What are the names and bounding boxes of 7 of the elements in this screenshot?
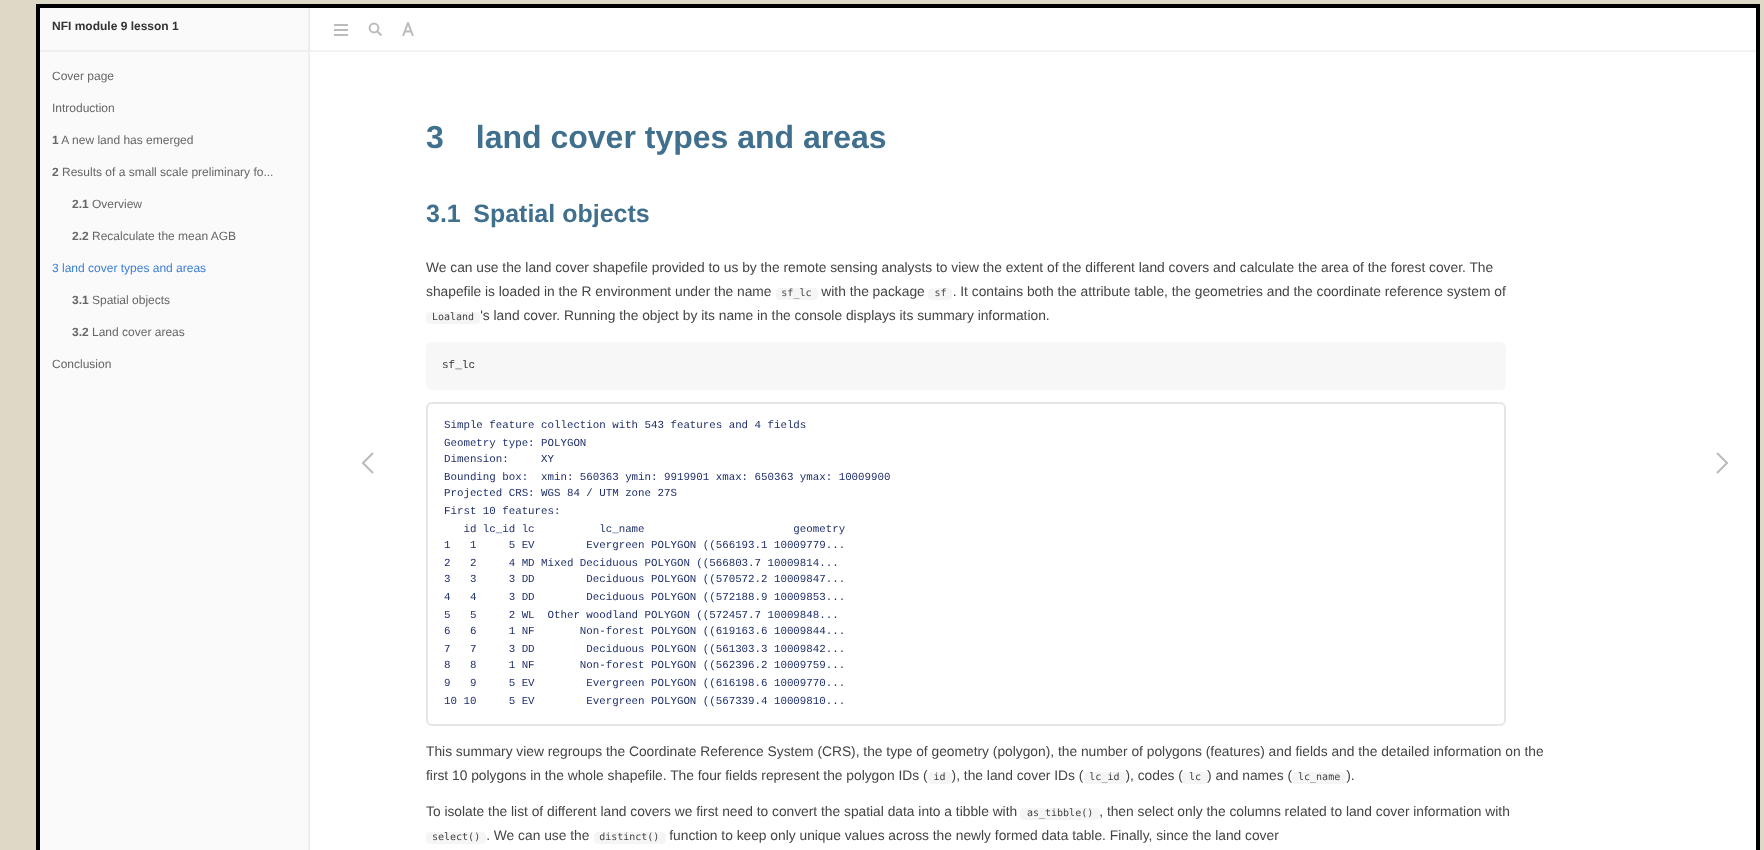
next-page-icon[interactable] (1716, 452, 1728, 474)
previous-page-icon[interactable] (362, 452, 374, 474)
font-size-icon[interactable] (402, 22, 414, 36)
section-heading: 3.1 Spatial objects (426, 198, 652, 232)
menu-icon[interactable] (334, 23, 348, 35)
search-icon[interactable] (368, 22, 382, 36)
chapter-heading: 3 land cover types and areas (426, 120, 889, 160)
